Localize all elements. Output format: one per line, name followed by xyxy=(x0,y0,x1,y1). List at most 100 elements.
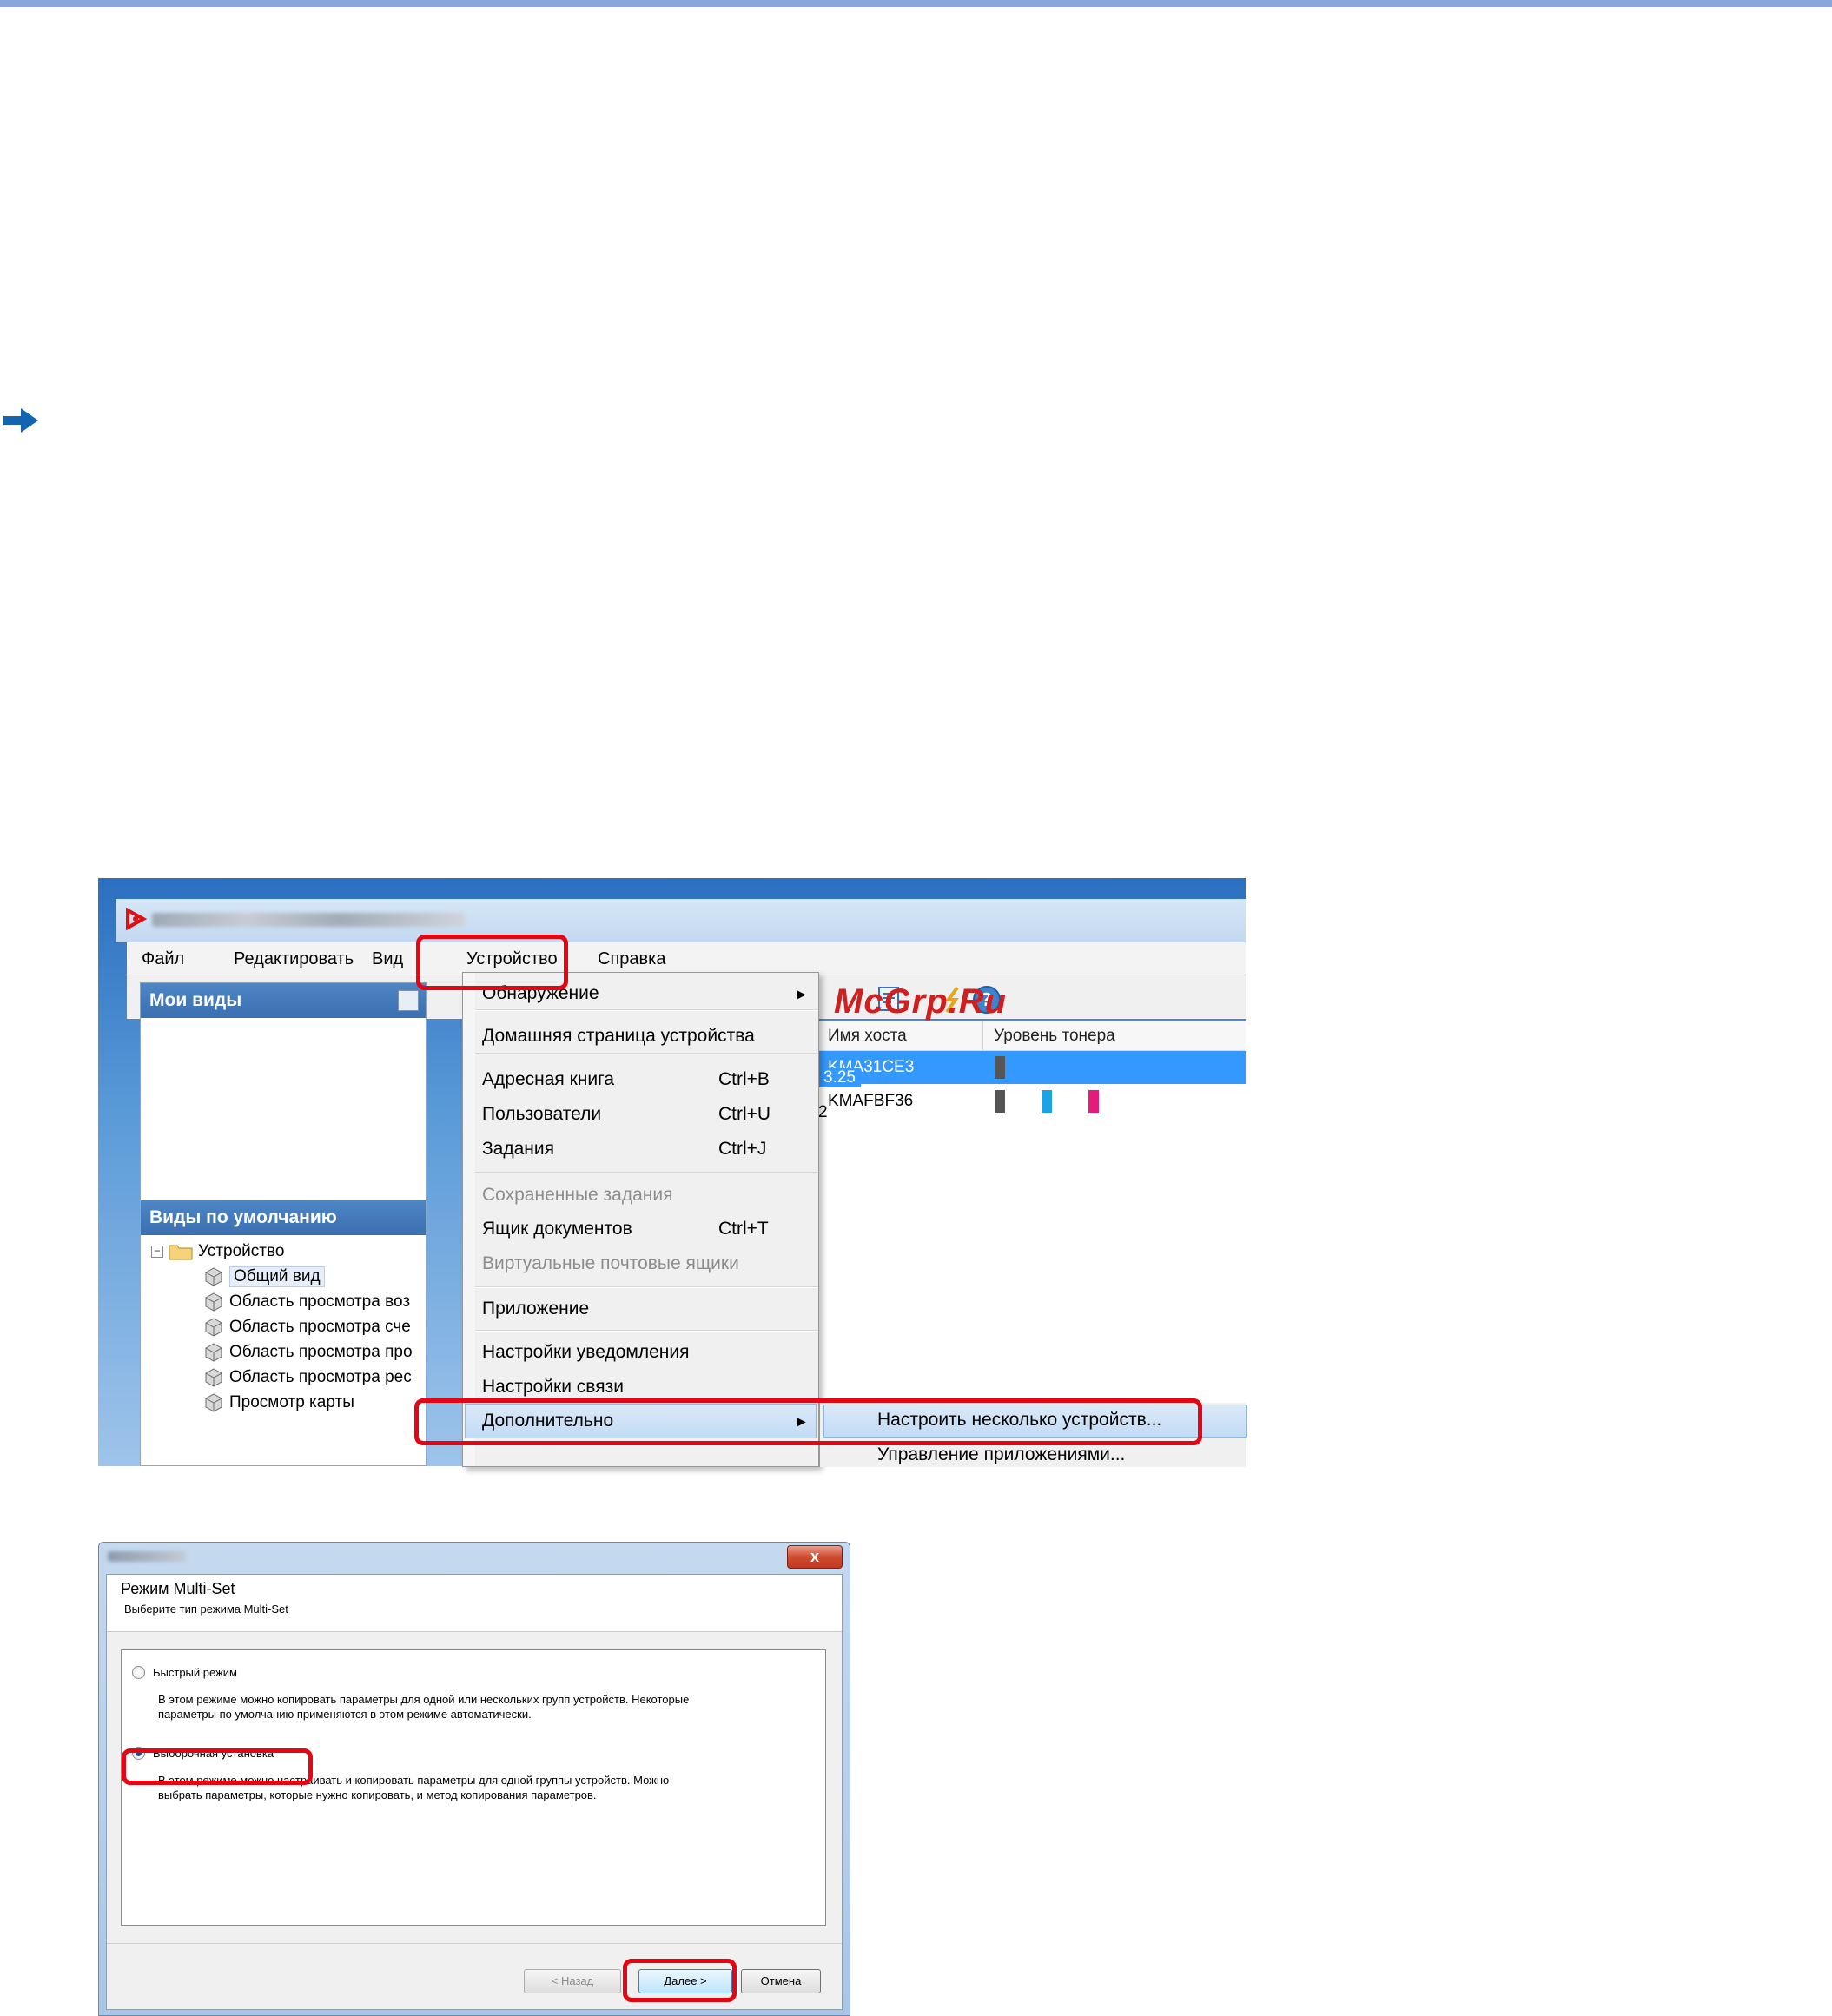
window-title-blurred xyxy=(152,913,465,927)
collapse-icon[interactable]: − xyxy=(151,1246,163,1258)
next-button[interactable]: Далее > xyxy=(638,1969,732,1993)
shortcut-label: Ctrl+U xyxy=(718,1104,771,1124)
radio-custom-setup[interactable] xyxy=(132,1747,145,1760)
watermark-text: McGrp.Ru xyxy=(834,982,1008,1021)
description-line: выбрать параметры, которые нужно копиров… xyxy=(158,1788,597,1801)
menu-item-users[interactable]: Пользователи xyxy=(482,1104,601,1125)
tree-root-device[interactable]: − Устройство xyxy=(151,1242,284,1261)
view-cube-icon xyxy=(205,1292,222,1312)
menu-separator xyxy=(475,1330,818,1332)
view-cube-icon xyxy=(205,1393,222,1412)
view-cube-icon xyxy=(205,1343,222,1362)
menu-item-saved-jobs: Сохраненные задания xyxy=(482,1185,673,1205)
menu-item-discovery[interactable]: Обнаружение xyxy=(482,983,599,1004)
left-pane: Мои виды Виды по умолчанию − Устройство … xyxy=(140,982,427,1466)
tree-item-label: Область просмотра сче xyxy=(229,1318,411,1336)
default-views-title: Виды по умолчанию xyxy=(149,1207,337,1227)
toner-black-bar xyxy=(995,1056,1005,1079)
ip-fragment-cell: 3.25 xyxy=(818,1068,861,1087)
tree-item-general-view[interactable]: Общий вид xyxy=(203,1266,325,1287)
page-top-rule xyxy=(0,0,1832,7)
dialog-title-blurred xyxy=(108,1551,186,1562)
column-separator xyxy=(982,1021,983,1051)
shortcut-label: Ctrl+J xyxy=(718,1139,767,1159)
dialog-heading: Режим Multi-Set xyxy=(121,1580,235,1597)
back-button[interactable]: < Назад xyxy=(524,1969,621,1993)
menu-item-document-box[interactable]: Ящик документов xyxy=(482,1219,632,1239)
menu-separator xyxy=(475,1286,818,1288)
menu-item-application-management[interactable]: Управление приложениями... xyxy=(877,1444,1125,1465)
tree-item-map-view[interactable]: Просмотр карты xyxy=(203,1392,354,1413)
radio-quick-mode[interactable] xyxy=(132,1666,145,1679)
menu-help[interactable]: Справка xyxy=(598,949,665,969)
option-description: В этом режиме можно настраивать и копиро… xyxy=(158,1773,818,1802)
default-views-header: Виды по умолчанию xyxy=(141,1200,426,1235)
column-host-name[interactable]: Имя хоста xyxy=(828,1027,907,1046)
menu-item-virtual-mailboxes: Виртуальные почтовые ящики xyxy=(482,1253,739,1273)
option-label-custom-setup[interactable]: Выборочная установка xyxy=(153,1747,274,1760)
footer-separator xyxy=(107,1943,842,1944)
menu-separator xyxy=(475,1009,818,1011)
shortcut-label: Ctrl+B xyxy=(718,1069,770,1089)
menu-item-communication-settings[interactable]: Настройки связи xyxy=(482,1377,624,1398)
tree-item-view-4[interactable]: Область просмотра про xyxy=(203,1342,413,1363)
toner-magenta-bar xyxy=(1088,1090,1099,1113)
menu-view[interactable]: Вид xyxy=(372,949,403,969)
menu-item-configure-multiple-devices[interactable]: Настроить несколько устройств... xyxy=(877,1410,1161,1431)
my-views-title: Мои виды xyxy=(149,990,242,1010)
option-label-quick-mode[interactable]: Быстрый режим xyxy=(153,1666,237,1679)
dialog-header: Режим Multi-Set Выберите тип режима Mult… xyxy=(107,1575,842,1632)
menu-separator xyxy=(475,1172,818,1173)
ip-fragment-cell: 2 xyxy=(818,1103,828,1121)
tree-item-label: Общий вид xyxy=(229,1266,325,1287)
host-cell: KMAFBF36 xyxy=(828,1092,914,1110)
menu-device[interactable]: Устройство xyxy=(466,949,558,969)
tree-item-view-3[interactable]: Область просмотра сче xyxy=(203,1317,411,1338)
option-description: В этом режиме можно копировать параметры… xyxy=(158,1692,818,1722)
cancel-button[interactable]: Отмена xyxy=(741,1969,821,1993)
mode-options-panel: Быстрый режим В этом режиме можно копиро… xyxy=(121,1649,826,1926)
table-row[interactable]: KMAFBF36 xyxy=(810,1085,1246,1118)
dialog-subheading: Выберите тип режима Multi-Set xyxy=(124,1603,288,1616)
arrow-right-icon xyxy=(3,408,38,433)
menu-item-application[interactable]: Приложение xyxy=(482,1299,589,1319)
folder-icon xyxy=(169,1245,193,1260)
table-row[interactable]: KMA31CE3 xyxy=(810,1051,1246,1084)
my-views-header: Мои виды xyxy=(141,983,426,1018)
menu-file[interactable]: Файл xyxy=(142,949,184,969)
menu-item-jobs[interactable]: Задания xyxy=(482,1139,554,1160)
tree-item-label: Область просмотра про xyxy=(229,1343,413,1361)
tree-root-label: Устройство xyxy=(198,1242,285,1260)
shortcut-label: Ctrl+T xyxy=(718,1219,769,1239)
tree-item-label: Область просмотра воз xyxy=(229,1292,411,1311)
description-line: В этом режиме можно копировать параметры… xyxy=(158,1693,690,1706)
view-cube-icon xyxy=(205,1267,222,1286)
submenu-arrow-icon: ▶ xyxy=(797,987,806,1001)
description-line: параметры по умолчанию применяются в это… xyxy=(158,1708,532,1721)
menu-item-notification-settings[interactable]: Настройки уведомления xyxy=(482,1342,689,1363)
tree-item-label: Область просмотра рес xyxy=(229,1368,412,1386)
description-line: В этом режиме можно настраивать и копиро… xyxy=(158,1774,670,1787)
menu-item-advanced[interactable]: Дополнительно xyxy=(482,1411,613,1431)
tree-item-label: Просмотр карты xyxy=(229,1393,354,1411)
device-dropdown-menu: Обнаружение ▶ Домашняя страница устройст… xyxy=(462,972,819,1467)
device-list-header: Имя хоста Уровень тонера xyxy=(810,1021,1246,1051)
advanced-submenu: Настроить несколько устройств... Управле… xyxy=(819,1403,1247,1467)
toner-cyan-bar xyxy=(1042,1090,1052,1113)
menu-gutter xyxy=(463,973,475,1466)
multiset-dialog: x Режим Multi-Set Выберите тип режима Mu… xyxy=(98,1542,850,2016)
tree-item-view-2[interactable]: Область просмотра воз xyxy=(203,1292,410,1312)
column-toner-level[interactable]: Уровень тонера xyxy=(994,1027,1115,1046)
menu-item-address-book[interactable]: Адресная книга xyxy=(482,1069,614,1090)
view-cube-icon xyxy=(205,1318,222,1337)
views-settings-icon[interactable] xyxy=(398,990,419,1011)
menu-bar: Файл Редактировать Вид Устройство Справк… xyxy=(127,942,1246,975)
tree-item-view-5[interactable]: Область просмотра рес xyxy=(203,1367,412,1388)
menu-separator xyxy=(475,1053,818,1054)
menu-edit[interactable]: Редактировать xyxy=(234,949,354,969)
toner-black-bar xyxy=(995,1090,1005,1113)
device-list: Имя хоста Уровень тонера KMA31CE3 KMAFBF… xyxy=(810,1021,1246,1466)
app-logo-icon xyxy=(126,908,147,930)
menu-item-home-page[interactable]: Домашняя страница устройства xyxy=(482,1026,755,1047)
close-button[interactable]: x xyxy=(787,1545,843,1569)
